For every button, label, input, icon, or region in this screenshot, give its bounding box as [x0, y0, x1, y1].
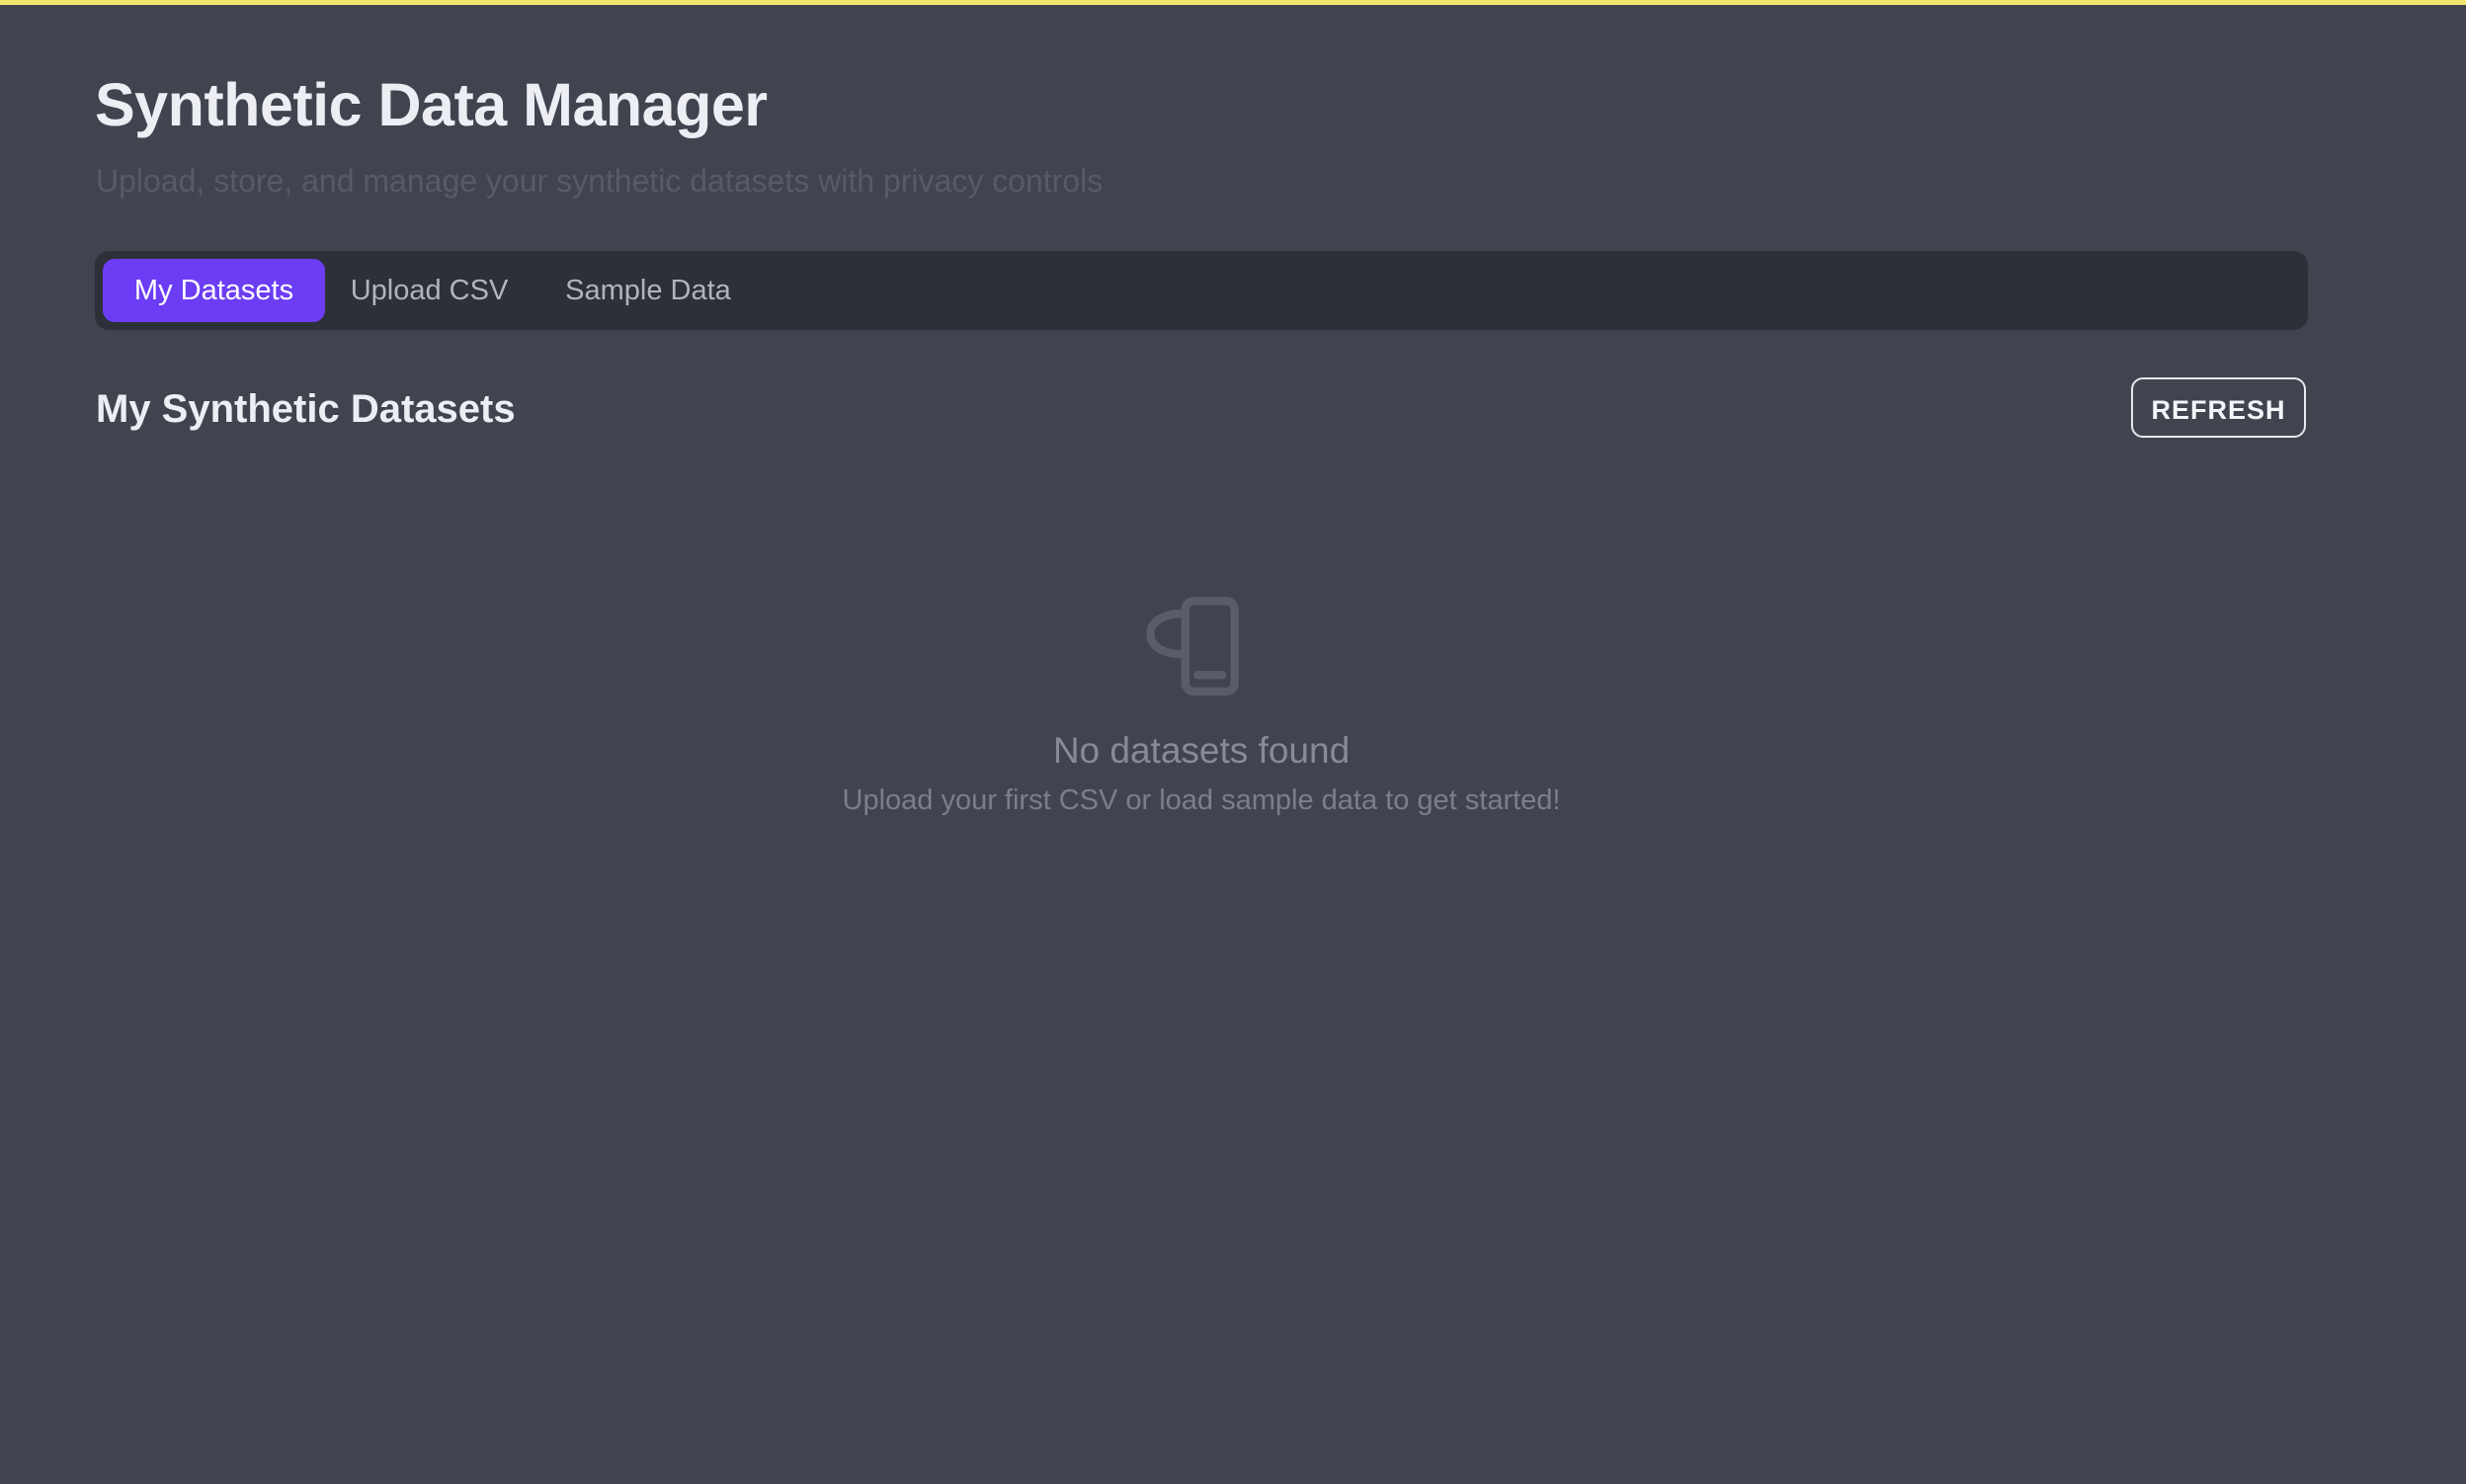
empty-state-title: No datasets found [1052, 730, 1351, 771]
top-accent-bar [0, 0, 2466, 5]
tab-upload-csv[interactable]: Upload CSV [333, 259, 526, 322]
tab-my-datasets[interactable]: My Datasets [103, 259, 325, 322]
refresh-button[interactable]: REFRESH [2131, 377, 2306, 438]
page: Synthetic Data Manager Upload, store, an… [0, 0, 2466, 1484]
tab-sample-data[interactable]: Sample Data [541, 259, 755, 322]
section-title: My Synthetic Datasets [96, 387, 516, 431]
dataset-icon [1146, 597, 1239, 696]
empty-state-message: Upload your first CSV or load sample dat… [842, 784, 1561, 816]
page-title: Synthetic Data Manager [95, 71, 768, 138]
tab-bar: My Datasets Upload CSV Sample Data [95, 251, 2308, 330]
page-subtitle: Upload, store, and manage your synthetic… [96, 163, 1104, 199]
